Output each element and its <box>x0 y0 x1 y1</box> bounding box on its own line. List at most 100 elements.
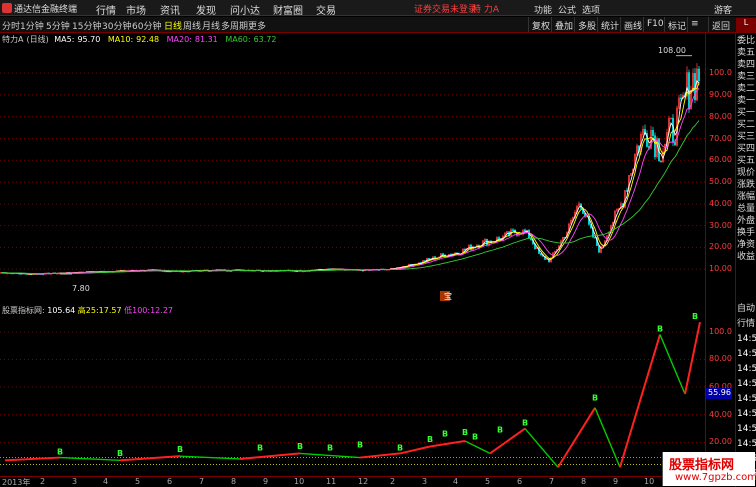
tool-draw[interactable]: 画线 <box>620 17 645 32</box>
price-tick-label: 30.00 <box>709 220 732 230</box>
quote-panel-item[interactable]: 收益 <box>737 251 756 263</box>
menu-options[interactable]: 选项 <box>582 3 600 16</box>
menu-ask[interactable]: 问小达 <box>230 2 260 17</box>
quote-panel-item[interactable]: 卖三 <box>737 71 756 83</box>
tool-multi-stock[interactable]: 多股 <box>574 17 599 32</box>
tool-overlay[interactable]: 叠加 <box>551 17 576 32</box>
candle-body <box>680 97 682 100</box>
price-tick-label: 80.00 <box>709 111 732 121</box>
date-tick-label: 6 <box>167 477 173 486</box>
quote-panel-item[interactable]: 总量 <box>737 203 756 215</box>
period-60min[interactable]: 60分钟 <box>132 19 161 32</box>
quote-panel-item[interactable]: 委比 <box>737 35 756 47</box>
date-tick-label: 8 <box>231 477 237 486</box>
quote-panel-item[interactable]: 14:50 <box>737 378 756 390</box>
tool-stats[interactable]: 统计 <box>597 17 622 32</box>
quote-panel-item[interactable]: 涨跌 <box>737 179 756 191</box>
quote-panel-item[interactable]: 14:50 <box>737 393 756 405</box>
indicator-chart[interactable]: B B B B B B B BBB B BBBBBB <box>0 302 705 476</box>
quote-panel-item[interactable]: 14:50 <box>737 333 756 345</box>
quote-panel-item[interactable]: 卖四 <box>737 59 756 71</box>
buy-signal-label: B <box>177 445 183 454</box>
indicator-segment <box>59 456 121 462</box>
menu-trade[interactable]: 交易 <box>316 2 336 17</box>
legend-ma60-value: 63.72 <box>253 35 277 44</box>
quote-panel-item[interactable]: 行情 <box>737 318 756 330</box>
period-30min[interactable]: 30分钟 <box>102 19 131 32</box>
event-marker-icon[interactable]: 宝 <box>444 291 452 301</box>
indicator-segment <box>299 452 361 459</box>
period-1min[interactable]: 1分钟 <box>20 19 44 32</box>
tool-adjust[interactable]: 复权 <box>528 17 553 32</box>
tool-mark[interactable]: 标记 <box>664 17 689 32</box>
date-tick-label: 3 <box>72 477 78 486</box>
date-tick-label: 10 <box>294 477 305 486</box>
quote-panel-item[interactable]: 14:50 <box>737 423 756 435</box>
menu-market[interactable]: 市场 <box>126 2 146 17</box>
quote-panel-item[interactable]: 卖二 <box>737 83 756 95</box>
indicator-segment <box>429 439 466 448</box>
period-5min[interactable]: 5分钟 <box>46 19 70 32</box>
candle-body <box>498 237 500 240</box>
menu-function[interactable]: 功能 <box>534 3 552 16</box>
buy-signal-label: B <box>327 443 333 452</box>
quote-panel-item[interactable]: 14:50 <box>737 348 756 360</box>
tool-menu[interactable]: ≡ <box>687 17 702 32</box>
period-intraday[interactable]: 分时 <box>2 19 20 32</box>
quote-panel-item[interactable]: 自动 <box>737 303 756 315</box>
quote-panel-item[interactable]: 涨幅 <box>737 191 756 203</box>
app-logo-icon <box>2 3 12 13</box>
price-max-label: 108.00 <box>658 46 686 55</box>
guest-label[interactable]: 游客 <box>714 3 732 16</box>
price-tick-label: 40.00 <box>709 198 732 208</box>
quote-panel-item[interactable]: 卖五 <box>737 47 756 59</box>
indicator-tick-label: 40.00 <box>709 409 732 419</box>
price-axis: 100.0 90.00 80.00 70.00 60.00 50.00 40.00 30.00… <box>705 33 735 302</box>
quote-panel-item[interactable]: 买四 <box>737 143 756 155</box>
period-monthly[interactable]: 月线 <box>202 19 220 32</box>
app-window: 通达信金融终端 行情 市场 资讯 发现 问小达 财富圈 交易 证券交易未登录 特… <box>0 0 756 487</box>
buy-signal-label: B <box>522 419 528 428</box>
price-chart[interactable]: 宝 <box>0 33 705 302</box>
quote-panel-item[interactable]: 14:50 <box>737 438 756 450</box>
period-multi[interactable]: 多周期 <box>221 19 248 32</box>
date-tick-label: 3 <box>422 477 428 486</box>
date-tick-label: 6 <box>517 477 523 486</box>
quote-panel-item[interactable]: 14:50 <box>737 363 756 375</box>
indicator-segment <box>119 455 181 462</box>
period-daily[interactable]: 日线 <box>164 19 182 32</box>
indicator-high-label: 高25: <box>77 306 99 315</box>
quote-panel-item[interactable]: 卖一 <box>737 95 756 107</box>
indicator-segment <box>399 445 431 455</box>
quote-panel-item[interactable]: 换手 <box>737 227 756 239</box>
date-tick-label: 2 <box>390 477 396 486</box>
quote-panel-item[interactable]: 买五 <box>737 155 756 167</box>
date-tick-label: 2013年 <box>2 478 31 487</box>
period-weekly[interactable]: 周线 <box>183 19 201 32</box>
price-tick-label: 10.00 <box>709 264 732 274</box>
price-tick-label: 100.0 <box>709 68 732 78</box>
quote-panel-item[interactable]: 买二 <box>737 119 756 131</box>
quote-panel-item[interactable]: 外盘 <box>737 215 756 227</box>
indicator-name: 股票指标网 <box>2 306 42 315</box>
period-15min[interactable]: 15分钟 <box>72 19 101 32</box>
quote-panel-item[interactable]: 14:50 <box>737 408 756 420</box>
menu-news[interactable]: 资讯 <box>160 2 180 17</box>
quote-panel-item[interactable]: 买一 <box>737 107 756 119</box>
menu-wealth[interactable]: 财富圈 <box>273 2 303 17</box>
indicator-tick-label: 100.0 <box>709 326 732 336</box>
menu-discover[interactable]: 发现 <box>196 2 216 17</box>
buy-signal-label: B <box>57 448 63 457</box>
legend-stock: 特力A <box>2 35 24 44</box>
price-tick-label: 50.00 <box>709 177 732 187</box>
quote-panel-item[interactable]: 现价 <box>737 167 756 179</box>
tool-back[interactable]: 返回 <box>708 17 733 32</box>
period-more[interactable]: 更多 <box>248 19 266 32</box>
menu-formula[interactable]: 公式 <box>558 3 576 16</box>
quote-panel-item[interactable]: 净资 <box>737 239 756 251</box>
watermark-title: 股票指标网 <box>669 458 735 473</box>
menu-quotes[interactable]: 行情 <box>96 2 116 17</box>
quote-panel-item[interactable]: 买三 <box>737 131 756 143</box>
legend-ma10-label: MA10: <box>107 35 134 44</box>
buy-signal-label: B <box>472 432 478 441</box>
